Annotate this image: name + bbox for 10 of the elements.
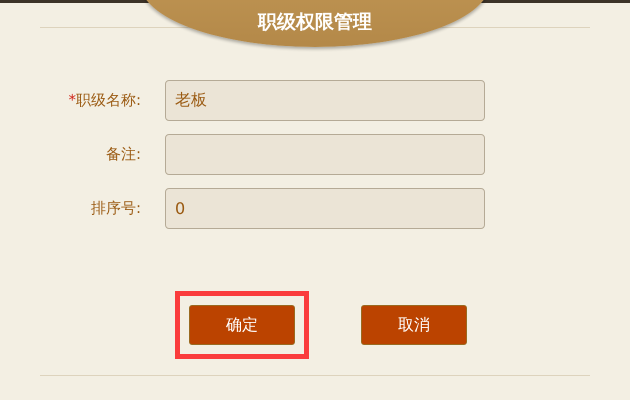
input-field[interactable] <box>165 134 485 175</box>
dialog-button[interactable]: 确定 <box>189 305 295 345</box>
field-label: 职级名称: <box>76 91 141 109</box>
dialog-button[interactable]: 取消 <box>361 305 467 345</box>
required-marker: * <box>68 91 76 109</box>
input-field[interactable]: 老板 <box>165 80 485 121</box>
field-label: 排序号: <box>90 199 141 217</box>
input-field[interactable]: 0 <box>165 188 485 229</box>
field-label: 备注: <box>106 145 141 163</box>
dialog-title: 职级权限管理 <box>258 10 372 35</box>
